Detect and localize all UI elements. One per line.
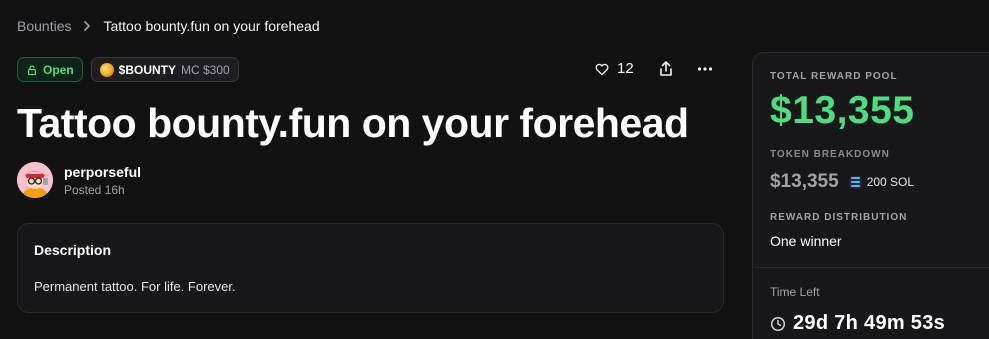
status-badge: Open bbox=[17, 57, 83, 82]
total-reward-amount: $13,355 bbox=[770, 89, 915, 132]
description-card: Description Permanent tattoo. For life. … bbox=[17, 223, 724, 313]
breakdown-usd: $13,355 bbox=[770, 171, 839, 192]
status-label: Open bbox=[43, 62, 74, 77]
reward-distribution-value: One winner bbox=[770, 233, 842, 249]
solana-icon bbox=[848, 175, 862, 189]
market-cap: MC $300 bbox=[181, 62, 230, 77]
description-heading: Description bbox=[34, 242, 112, 258]
breadcrumb-bounties-link[interactable]: Bounties bbox=[17, 18, 71, 34]
time-left-value: 29d 7h 49m 53s bbox=[793, 312, 946, 334]
share-icon bbox=[658, 60, 674, 78]
like-button[interactable]: 12 bbox=[594, 60, 634, 77]
time-left-row: 29d 7h 49m 53s bbox=[770, 312, 945, 335]
avatar[interactable] bbox=[17, 162, 53, 198]
token-symbol: $BOUNTY bbox=[118, 62, 177, 77]
author-meta: perporseful Posted 16h bbox=[64, 164, 141, 197]
badge-row: Open $BOUNTY MC $300 bbox=[17, 57, 239, 82]
like-count: 12 bbox=[617, 60, 634, 77]
heart-icon bbox=[594, 61, 610, 77]
token-breakdown: $13,355 200 SOL bbox=[770, 171, 914, 193]
clock-icon bbox=[770, 316, 786, 332]
token-breakdown-label: TOKEN BREAKDOWN bbox=[770, 149, 890, 160]
token-badge[interactable]: $BOUNTY MC $300 bbox=[90, 57, 239, 82]
breadcrumb: Bounties Tattoo bounty.fun on your foreh… bbox=[17, 18, 320, 34]
posted-time: Posted 16h bbox=[64, 182, 125, 197]
sol-amount: 200 SOL bbox=[866, 175, 915, 189]
panel-divider bbox=[753, 267, 989, 268]
token-coin-icon bbox=[99, 62, 114, 77]
reward-panel: TOTAL REWARD POOL $13,355 TOKEN BREAKDOW… bbox=[752, 52, 989, 339]
reward-distribution-label: REWARD DISTRIBUTION bbox=[770, 212, 908, 223]
bounty-page: Bounties Tattoo bounty.fun on your foreh… bbox=[0, 0, 989, 339]
lock-icon bbox=[26, 64, 38, 76]
sol-amount-chip: 200 SOL bbox=[848, 175, 915, 189]
share-button[interactable] bbox=[658, 60, 674, 78]
page-title: Tattoo bounty.fun on your forehead bbox=[17, 100, 689, 146]
breadcrumb-current: Tattoo bounty.fun on your forehead bbox=[103, 18, 320, 34]
action-bar: 12 bbox=[594, 60, 713, 77]
total-reward-label: TOTAL REWARD POOL bbox=[770, 71, 898, 82]
time-left-label: Time Left bbox=[770, 285, 820, 299]
author-name[interactable]: perporseful bbox=[64, 164, 141, 180]
chevron-right-icon bbox=[81, 20, 93, 32]
author-block: perporseful Posted 16h bbox=[17, 162, 141, 198]
more-button[interactable] bbox=[696, 60, 714, 78]
description-body: Permanent tattoo. For life. Forever. bbox=[34, 279, 236, 294]
more-horizontal-icon bbox=[696, 60, 714, 78]
